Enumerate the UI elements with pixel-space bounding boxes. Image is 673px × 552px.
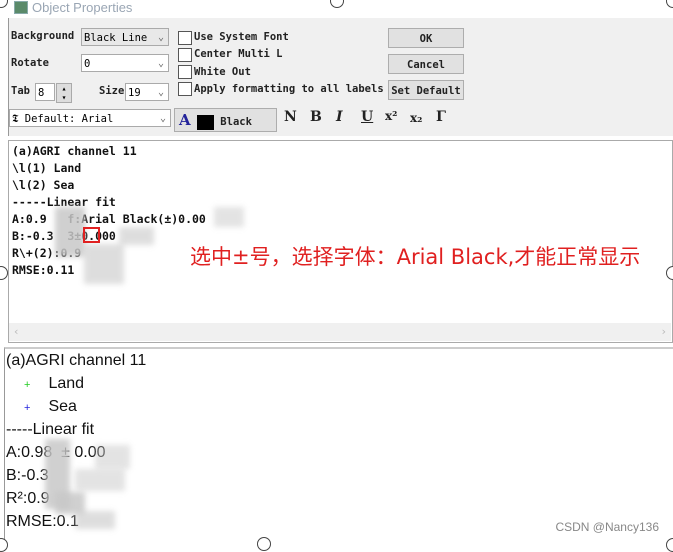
legend-item-land: + Land xyxy=(6,372,673,395)
underline-button[interactable]: U xyxy=(361,109,373,125)
editor-line: \l(1) Land xyxy=(12,161,82,175)
resize-handle[interactable] xyxy=(257,537,271,551)
land-marker-icon: + xyxy=(24,379,31,391)
tab-input[interactable]: 8 xyxy=(35,83,55,101)
resize-handle[interactable] xyxy=(0,0,8,8)
highlight-box xyxy=(83,227,100,243)
apply-all-checkbox[interactable] xyxy=(178,82,192,96)
properties-panel: Background Black Line ⌄ Rotate 0 ⌄ Tab 8 ▴… xyxy=(8,18,673,136)
greek-button[interactable]: Γ xyxy=(436,109,446,125)
white-out-checkbox[interactable] xyxy=(178,65,192,79)
apply-all-label: Apply formatting to all labels xyxy=(194,83,384,95)
size-value: 19 xyxy=(128,87,141,99)
chevron-down-icon: ⌄ xyxy=(157,87,164,98)
window-title: Object Properties xyxy=(32,0,133,15)
watermark: CSDN @Nancy136 xyxy=(555,520,659,534)
legend-item-sea: + Sea xyxy=(6,395,673,418)
background-select[interactable]: Black Line ⌄ xyxy=(81,28,169,46)
ok-button[interactable]: OK xyxy=(388,28,464,48)
font-select[interactable]: 𝕿 Default: Arial ⌄ xyxy=(9,109,171,127)
editor-line: (a)AGRI channel 11 xyxy=(12,144,137,158)
color-button[interactable]: A Black xyxy=(174,108,277,132)
rotate-value: 0 xyxy=(84,58,91,70)
font-value: Default: Arial xyxy=(24,113,114,125)
background-label: Background xyxy=(11,30,75,42)
tab-value: 8 xyxy=(38,87,45,99)
rotate-label: Rotate xyxy=(11,57,49,69)
preview-title: (a)AGRI channel 11 xyxy=(6,352,147,369)
editor-line: \l(2) Sea xyxy=(12,178,75,192)
tab-label: Tab xyxy=(11,85,30,97)
bold-button[interactable]: B xyxy=(310,109,322,125)
use-system-font-checkbox[interactable] xyxy=(178,31,192,45)
legend-label: Land xyxy=(48,375,85,392)
use-system-font-label: Use System Font xyxy=(194,31,289,43)
normal-button[interactable]: N xyxy=(284,109,297,125)
color-swatch xyxy=(196,114,214,130)
white-out-label: White Out xyxy=(194,66,251,78)
subscript-button[interactable]: x₂ xyxy=(410,111,422,125)
resize-handle[interactable] xyxy=(0,266,8,280)
center-multi-checkbox[interactable] xyxy=(178,48,192,62)
set-default-button[interactable]: Set Default xyxy=(388,80,464,100)
font-icon: 𝕿 xyxy=(12,113,25,125)
rotate-select[interactable]: 0 ⌄ xyxy=(81,54,169,72)
app-icon xyxy=(14,1,28,14)
resize-handle[interactable] xyxy=(0,538,8,552)
horizontal-scrollbar[interactable]: ‹ › xyxy=(9,323,671,341)
resize-handle[interactable] xyxy=(666,266,673,280)
background-value: Black Line xyxy=(84,32,148,44)
sea-marker-icon: + xyxy=(24,402,31,414)
preview-line: -----Linear fit xyxy=(6,421,95,438)
superscript-button[interactable]: x² xyxy=(385,109,397,123)
chevron-down-icon: ⌄ xyxy=(157,32,164,43)
editor-line: A:0.9 f:Arial Black(±)0.00 xyxy=(12,212,206,226)
cancel-button[interactable]: Cancel xyxy=(388,54,464,74)
annotation-text: 选中±号，选择字体：Arial Black,才能正常显示 xyxy=(190,245,641,269)
italic-button[interactable]: I xyxy=(336,109,343,125)
center-multi-label: Center Multi L xyxy=(194,48,283,60)
resize-handle[interactable] xyxy=(330,0,344,8)
size-select[interactable]: 19 ⌄ xyxy=(125,83,169,101)
color-value: Black xyxy=(220,116,252,128)
font-color-icon: A xyxy=(179,111,191,129)
resize-handle[interactable] xyxy=(666,0,673,8)
chevron-down-icon: ⌄ xyxy=(159,113,166,124)
legend-label: Sea xyxy=(48,398,77,415)
label-preview: (a)AGRI channel 11 + Land + Sea -----Linea… xyxy=(4,347,673,548)
editor-line: -----Linear fit xyxy=(12,195,116,209)
tab-spinner[interactable]: ▴ ▾ xyxy=(56,83,72,103)
resize-handle[interactable] xyxy=(666,538,673,552)
chevron-down-icon: ⌄ xyxy=(157,58,164,69)
